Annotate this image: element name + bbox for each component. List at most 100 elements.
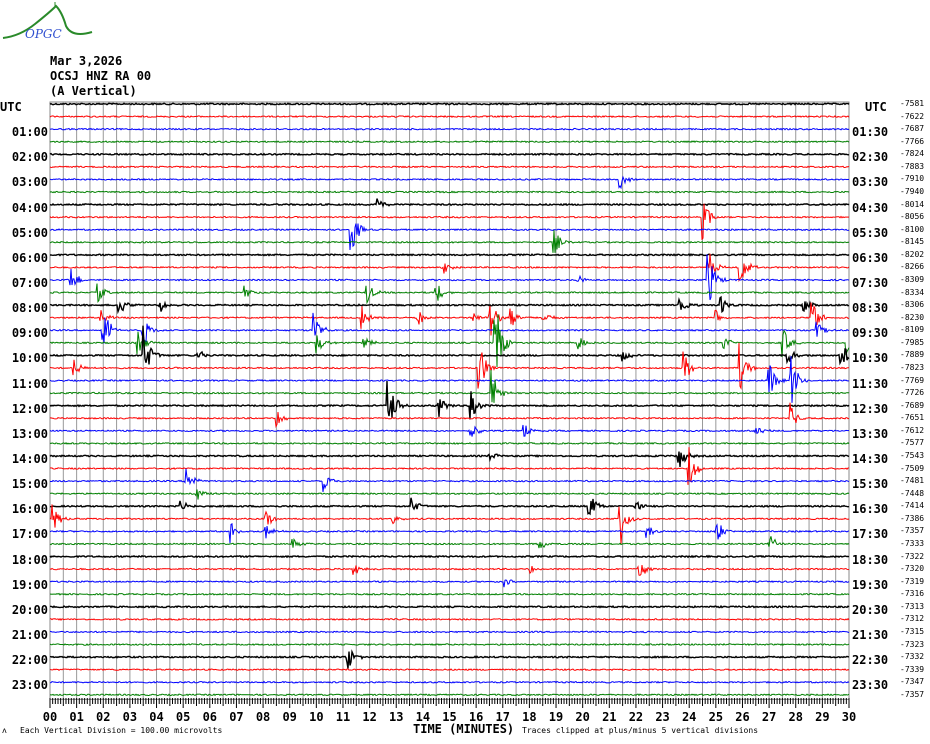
trace-offset-label: -7357 — [900, 526, 925, 536]
hour-label-left: 14:00 — [11, 451, 48, 466]
trace-offset-label: -7726 — [900, 388, 925, 398]
x-tick-label: 18 — [522, 710, 537, 724]
hour-label-right: 16:30 — [852, 502, 889, 517]
hour-label-right: 06:30 — [852, 250, 889, 265]
trace-offset-label: -8014 — [900, 199, 925, 209]
trace-offset-label: -8202 — [900, 249, 925, 259]
trace-offset-label: -7333 — [900, 538, 925, 548]
x-tick-label: 04 — [149, 710, 164, 724]
x-tick-label: 30 — [841, 710, 857, 724]
hour-label-right: 22:30 — [852, 653, 889, 668]
hour-label-right: 14:30 — [852, 451, 889, 466]
trace-offset-label: -7322 — [900, 551, 925, 561]
x-axis-title: TIME (MINUTES) — [413, 722, 515, 736]
trace-offset-label: -7689 — [900, 400, 925, 410]
hour-label-left: 12:00 — [11, 401, 48, 416]
x-tick-label: 00 — [42, 710, 58, 724]
x-tick-label: 11 — [335, 710, 351, 724]
x-tick-label: 01 — [69, 710, 84, 724]
trace-offset-label: -7448 — [900, 488, 925, 498]
hour-label-right: 08:30 — [852, 301, 889, 316]
trace-offset-label: -7766 — [900, 136, 925, 146]
scale-note: Each Vertical Division = 100.00 microvol… — [20, 726, 223, 735]
x-tick-label: 10 — [309, 710, 324, 724]
x-tick-label: 13 — [388, 710, 404, 724]
trace-offset-label: -7940 — [900, 186, 925, 196]
hour-label-left: 10:00 — [11, 351, 48, 366]
hour-label-right: 09:30 — [852, 326, 889, 341]
trace-offset-label: -7313 — [900, 601, 925, 611]
hour-label-left: 17:00 — [11, 527, 48, 542]
trace-offset-label: -7581 — [900, 99, 925, 108]
trace-offset-label: -7651 — [900, 413, 925, 423]
trace-offset-label: -8266 — [900, 262, 925, 272]
x-tick-label: 29 — [815, 710, 830, 724]
trace-offset-label: -7414 — [900, 501, 925, 511]
x-tick-label: 21 — [602, 710, 617, 724]
hour-label-right: 20:30 — [852, 602, 889, 617]
trace-offset-label: -7315 — [900, 626, 925, 636]
trace-offset-label: -7320 — [900, 564, 925, 574]
hour-label-left: 06:00 — [11, 250, 48, 265]
trace-offset-label: -8056 — [900, 212, 925, 222]
hour-label-right: 05:30 — [852, 225, 889, 240]
hour-label-right: 03:30 — [852, 175, 889, 190]
trace-offset-label: -7386 — [900, 513, 925, 523]
x-tick-label: 07 — [229, 710, 244, 724]
helicorder-plot — [49, 101, 850, 708]
x-tick-label: 22 — [628, 710, 644, 724]
clip-note: Traces clipped at plus/minus 5 vertical … — [522, 726, 759, 735]
scale-icon: ᴧ — [2, 726, 7, 735]
hour-label-left: 05:00 — [11, 225, 48, 240]
hour-label-right: 10:30 — [852, 351, 889, 366]
hour-label-right: 07:30 — [852, 275, 889, 290]
x-tick-label: 08 — [255, 710, 271, 724]
hour-label-left: 04:00 — [11, 200, 48, 215]
trace-offset-label: -7612 — [900, 425, 925, 435]
hour-label-left: 01:00 — [11, 125, 48, 140]
trace-offset-label: -7543 — [900, 450, 925, 460]
trace-offset-label: -7769 — [900, 375, 925, 385]
x-tick-label: 12 — [362, 710, 377, 724]
hour-label-right: 02:30 — [852, 150, 889, 165]
hour-label-left: 18:00 — [11, 552, 48, 567]
trace-offset-label: -7509 — [900, 463, 925, 473]
trace-offset-label: -8309 — [900, 274, 925, 284]
x-tick-label: 09 — [282, 710, 297, 724]
trace-offset-label: -7985 — [900, 337, 925, 347]
x-tick-label: 24 — [681, 710, 697, 724]
hour-label-left: 11:00 — [11, 376, 48, 391]
hour-label-left: 22:00 — [11, 653, 48, 668]
trace-offset-label: -7687 — [900, 124, 925, 134]
x-tick-label: 28 — [788, 710, 803, 724]
hour-label-left: 03:00 — [11, 175, 48, 190]
x-tick-label: 03 — [122, 710, 138, 724]
hour-label-left: 23:00 — [11, 678, 48, 693]
x-tick-label: 23 — [655, 710, 670, 724]
trace-offset-label: -8334 — [900, 287, 925, 297]
trace-offset-label: -7823 — [900, 362, 925, 372]
trace-offset-label: -7824 — [900, 149, 925, 159]
hour-label-right: 12:30 — [852, 401, 889, 416]
trace-offset-label: -7319 — [900, 576, 925, 586]
x-tick-label: 06 — [202, 710, 218, 724]
hour-label-right: 11:30 — [852, 376, 889, 391]
trace-offset-label: -7889 — [900, 350, 925, 360]
x-tick-label: 27 — [761, 710, 777, 724]
hour-label-left: 19:00 — [11, 577, 48, 592]
hour-label-right: 23:30 — [852, 678, 889, 693]
trace-offset-label: -8306 — [900, 300, 925, 310]
trace-offset-label: -7910 — [900, 174, 925, 184]
hour-label-right: 18:30 — [852, 552, 889, 567]
hour-label-left: 02:00 — [11, 150, 48, 165]
trace-offset-label: -8109 — [900, 325, 925, 335]
hour-label-right: 17:30 — [852, 527, 889, 542]
trace-offset-label: -7312 — [900, 614, 925, 624]
hour-label-left: 20:00 — [11, 602, 48, 617]
trace-offset-label: -7883 — [900, 161, 925, 171]
hour-label-left: 09:00 — [11, 326, 48, 341]
hour-label-right: 21:30 — [852, 627, 889, 642]
trace-offset-label: -8100 — [900, 224, 925, 234]
trace-offset-label: -7323 — [900, 639, 925, 649]
hour-label-left: 13:00 — [11, 426, 48, 441]
